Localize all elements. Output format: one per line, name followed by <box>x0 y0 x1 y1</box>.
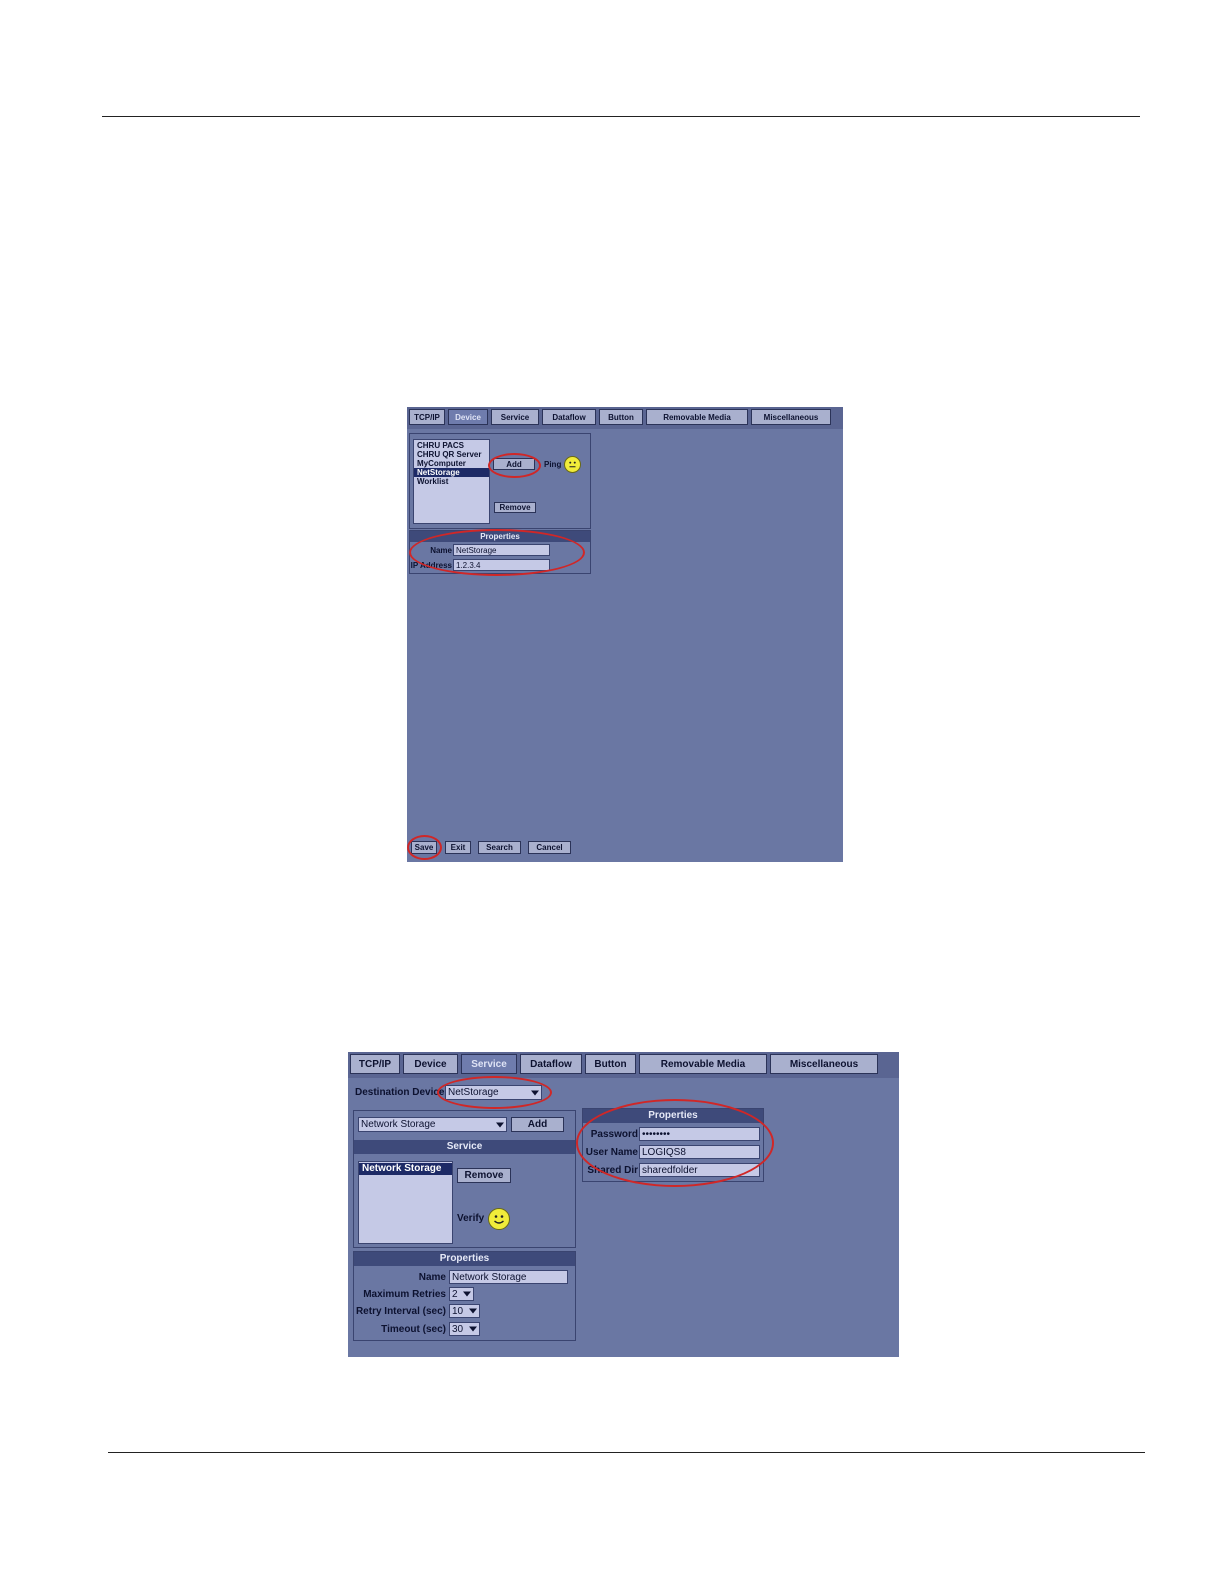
maximum-retries-select[interactable]: 2 <box>449 1287 474 1301</box>
retry-interval-label: Retry Interval (sec) <box>355 1306 446 1317</box>
annotation-circle-connection-properties <box>576 1099 774 1187</box>
list-item[interactable]: CHRU QR Server <box>414 450 489 459</box>
tab-tcpip[interactable]: TCP/IP <box>409 409 445 425</box>
annotation-circle-save <box>407 835 442 860</box>
service-properties-header: Properties <box>354 1252 575 1266</box>
retry-interval-select[interactable]: 10 <box>449 1304 480 1318</box>
device-config-screenshot: TCP/IP Device Service Dataflow Button Re… <box>407 407 843 862</box>
service-list[interactable]: Network Storage <box>358 1161 453 1244</box>
list-item[interactable]: MyComputer <box>414 459 489 468</box>
tab-miscellaneous[interactable]: Miscellaneous <box>751 409 831 425</box>
list-item-selected[interactable]: NetStorage <box>414 468 489 477</box>
annotation-circle-properties <box>409 529 585 576</box>
tab-removable-media[interactable]: Removable Media <box>639 1054 767 1074</box>
tab-miscellaneous[interactable]: Miscellaneous <box>770 1054 878 1074</box>
service-name-field[interactable]: Network Storage <box>449 1270 568 1284</box>
annotation-circle-add <box>488 453 541 478</box>
tab-dataflow[interactable]: Dataflow <box>542 409 596 425</box>
exit-button[interactable]: Exit <box>445 841 471 854</box>
device-list[interactable]: CHRU PACS CHRU QR Server MyComputer NetS… <box>413 439 490 524</box>
tab-bar: TCP/IP Device Service Dataflow Button Re… <box>407 407 843 429</box>
maximum-retries-label: Maximum Retries <box>363 1289 446 1300</box>
retry-interval-value: 10 <box>452 1305 464 1317</box>
chevron-down-icon <box>469 1326 477 1332</box>
tab-button[interactable]: Button <box>599 409 643 425</box>
chevron-down-icon <box>469 1308 477 1314</box>
service-config-screenshot: TCP/IP Device Service Dataflow Button Re… <box>348 1052 899 1357</box>
tab-tcpip[interactable]: TCP/IP <box>350 1054 400 1074</box>
tab-service[interactable]: Service <box>461 1054 517 1074</box>
tab-device[interactable]: Device <box>448 409 488 425</box>
remove-button[interactable]: Remove <box>494 502 536 513</box>
bottom-rule <box>108 1452 1145 1453</box>
service-type-value: Network Storage <box>361 1119 436 1130</box>
chevron-down-icon <box>496 1122 504 1127</box>
verify-label: Verify <box>457 1213 485 1224</box>
timeout-value: 30 <box>452 1323 464 1335</box>
tab-removable-media[interactable]: Removable Media <box>646 409 748 425</box>
ping-status-smiley-icon[interactable] <box>564 456 581 473</box>
service-name-label: Name <box>418 1272 446 1283</box>
cancel-button[interactable]: Cancel <box>528 841 571 854</box>
timeout-label: Timeout (sec) <box>381 1324 446 1335</box>
search-button[interactable]: Search <box>478 841 521 854</box>
service-type-select[interactable]: Network Storage <box>358 1117 507 1132</box>
maximum-retries-value: 2 <box>452 1288 458 1300</box>
list-item[interactable]: Worklist <box>414 477 489 486</box>
tab-bar: TCP/IP Device Service Dataflow Button Re… <box>348 1052 899 1078</box>
verify-status-smiley-icon[interactable] <box>488 1208 510 1230</box>
remove-service-button[interactable]: Remove <box>457 1168 511 1183</box>
list-item[interactable]: CHRU PACS <box>414 441 489 450</box>
add-service-button[interactable]: Add <box>511 1117 564 1132</box>
service-header: Service <box>354 1140 575 1154</box>
ping-label: Ping <box>544 460 562 469</box>
top-rule <box>102 116 1140 117</box>
timeout-select[interactable]: 30 <box>449 1322 480 1336</box>
tab-dataflow[interactable]: Dataflow <box>520 1054 582 1074</box>
chevron-down-icon <box>463 1291 471 1297</box>
tab-button[interactable]: Button <box>585 1054 636 1074</box>
list-item-selected[interactable]: Network Storage <box>359 1163 452 1175</box>
destination-device-label: Destination Device <box>355 1087 445 1098</box>
annotation-circle-destination <box>437 1076 552 1109</box>
tab-service[interactable]: Service <box>491 409 539 425</box>
tab-device[interactable]: Device <box>403 1054 458 1074</box>
